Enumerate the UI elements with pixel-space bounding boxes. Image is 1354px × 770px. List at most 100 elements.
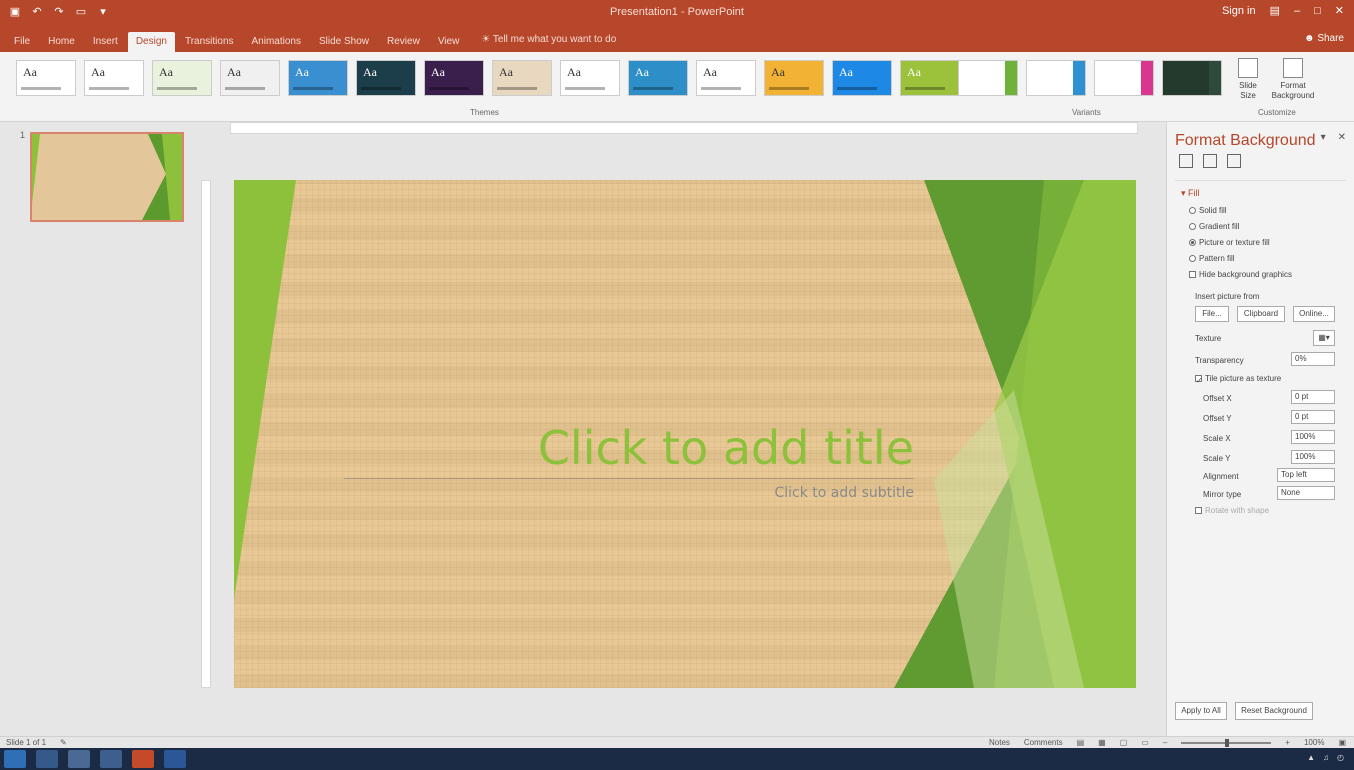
- theme-thumbnail[interactable]: Aa: [220, 60, 280, 96]
- tab-insert[interactable]: Insert: [85, 32, 126, 52]
- pattern-fill-radio[interactable]: [1189, 255, 1196, 262]
- theme-thumbnail[interactable]: Aa: [832, 60, 892, 96]
- tab-transitions[interactable]: Transitions: [177, 32, 242, 52]
- windows-taskbar: ▲ ♫ ◴: [0, 748, 1354, 770]
- close-icon[interactable]: ✕: [1335, 4, 1344, 17]
- theme-thumbnail[interactable]: Aa: [288, 60, 348, 96]
- theme-sample-text: Aa: [23, 65, 37, 79]
- tab-review[interactable]: Review: [379, 32, 428, 52]
- file-button[interactable]: File...: [1195, 306, 1229, 322]
- normal-view-icon[interactable]: ▤: [1077, 738, 1085, 747]
- zoom-slider-knob[interactable]: [1225, 738, 1230, 747]
- rotate-checkbox[interactable]: [1195, 507, 1202, 514]
- scale-x-field[interactable]: 100%: [1291, 430, 1335, 444]
- theme-thumbnail[interactable]: Aa: [628, 60, 688, 96]
- scale-y-field[interactable]: 100%: [1291, 450, 1335, 464]
- zoom-in-icon[interactable]: +: [1285, 738, 1290, 747]
- hide-graphics-checkbox[interactable]: [1189, 271, 1196, 278]
- alignment-dropdown[interactable]: Top left: [1277, 468, 1335, 482]
- offset-y-field[interactable]: 0 pt: [1291, 410, 1335, 424]
- theme-thumbnail[interactable]: Aa: [16, 60, 76, 96]
- ribbon-display-icon[interactable]: ▤: [1270, 4, 1280, 17]
- notes-button[interactable]: Notes: [989, 738, 1010, 747]
- picture-fill-option[interactable]: Picture or texture fill: [1189, 238, 1270, 247]
- tile-option[interactable]: ✓ Tile picture as texture: [1195, 374, 1281, 385]
- rotate-with-shape-option[interactable]: Rotate with shape: [1195, 506, 1269, 515]
- start-icon[interactable]: [4, 750, 26, 768]
- share-button[interactable]: ☻ Share: [1304, 33, 1344, 44]
- offset-x-label: Offset X: [1203, 394, 1232, 403]
- format-background-button[interactable]: Format Background: [1268, 58, 1318, 101]
- zoom-slider[interactable]: [1181, 738, 1272, 747]
- clock[interactable]: ◴: [1337, 753, 1344, 762]
- theme-thumbnail[interactable]: Aa: [696, 60, 756, 96]
- tile-checkbox[interactable]: ✓: [1195, 375, 1203, 385]
- solid-fill-option[interactable]: Solid fill: [1189, 206, 1227, 215]
- theme-thumbnail[interactable]: Aa: [492, 60, 552, 96]
- online-button[interactable]: Online...: [1293, 306, 1335, 322]
- theme-thumbnail[interactable]: Aa: [84, 60, 144, 96]
- slide-thumbnail[interactable]: [30, 132, 184, 222]
- tell-me-search[interactable]: ☀ Tell me what you want to do: [481, 32, 616, 52]
- theme-thumbnail[interactable]: Aa: [424, 60, 484, 96]
- file-explorer-icon[interactable]: [68, 750, 90, 768]
- pattern-fill-option[interactable]: Pattern fill: [1189, 254, 1235, 263]
- tab-home[interactable]: Home: [40, 32, 83, 52]
- theme-thumbnail[interactable]: Aa: [560, 60, 620, 96]
- pane-close-icon[interactable]: ✕: [1338, 132, 1346, 143]
- apply-to-all-button[interactable]: Apply to All: [1175, 702, 1227, 720]
- picture-icon[interactable]: [1227, 154, 1241, 168]
- minimize-icon[interactable]: –: [1294, 5, 1300, 17]
- tab-animations[interactable]: Animations: [244, 32, 309, 52]
- tab-file[interactable]: File: [6, 32, 38, 52]
- slide-canvas[interactable]: Click to add title Click to add subtitle: [234, 180, 1136, 688]
- maximize-icon[interactable]: □: [1314, 5, 1321, 17]
- tab-design[interactable]: Design: [127, 32, 175, 52]
- subtitle-placeholder[interactable]: Click to add subtitle: [344, 485, 914, 501]
- zoom-level[interactable]: 100%: [1304, 738, 1324, 747]
- fit-to-window-icon[interactable]: ▣: [1338, 738, 1346, 747]
- theme-thumbnail[interactable]: Aa: [900, 60, 960, 96]
- volume-icon[interactable]: ♫: [1323, 753, 1329, 762]
- transparency-field[interactable]: 0%: [1291, 352, 1335, 366]
- picture-fill-radio[interactable]: [1189, 239, 1196, 246]
- fill-section-header[interactable]: ▾ Fill: [1181, 188, 1200, 199]
- tab-slide-show[interactable]: Slide Show: [311, 32, 377, 52]
- slide-sorter-icon[interactable]: ▦: [1098, 738, 1106, 747]
- slide-size-button[interactable]: Slide Size: [1232, 58, 1264, 101]
- tab-view[interactable]: View: [430, 32, 468, 52]
- powerpoint-taskbar-icon[interactable]: [132, 750, 154, 768]
- comments-button[interactable]: Comments: [1024, 738, 1063, 747]
- gradient-fill-radio[interactable]: [1189, 223, 1196, 230]
- theme-thumbnail[interactable]: Aa: [356, 60, 416, 96]
- slideshow-view-icon[interactable]: ▭: [1141, 738, 1149, 747]
- reading-view-icon[interactable]: ▢: [1120, 738, 1128, 747]
- theme-thumbnail[interactable]: Aa: [764, 60, 824, 96]
- texture-dropdown[interactable]: ▦▾: [1313, 330, 1335, 346]
- variant-thumbnail[interactable]: [958, 60, 1018, 96]
- variant-thumbnail[interactable]: [1094, 60, 1154, 96]
- clipboard-button[interactable]: Clipboard: [1237, 306, 1285, 322]
- browser-icon[interactable]: [100, 750, 122, 768]
- variant-thumbnail[interactable]: [1026, 60, 1086, 96]
- theme-thumbnail[interactable]: Aa: [152, 60, 212, 96]
- network-icon[interactable]: ▲: [1307, 753, 1315, 762]
- theme-accent-bar: [21, 87, 61, 90]
- title-placeholder[interactable]: Click to add title: [344, 420, 914, 476]
- fill-icon[interactable]: [1179, 154, 1193, 168]
- sign-in-link[interactable]: Sign in: [1222, 5, 1256, 17]
- pane-options-icon[interactable]: ▾: [1321, 132, 1326, 143]
- offset-x-field[interactable]: 0 pt: [1291, 390, 1335, 404]
- effects-icon[interactable]: [1203, 154, 1217, 168]
- texture-label: Texture: [1195, 334, 1222, 343]
- gradient-fill-option[interactable]: Gradient fill: [1189, 222, 1239, 231]
- hide-graphics-option[interactable]: Hide background graphics: [1189, 270, 1292, 279]
- solid-fill-radio[interactable]: [1189, 207, 1196, 214]
- task-view-icon[interactable]: [36, 750, 58, 768]
- word-taskbar-icon[interactable]: [164, 750, 186, 768]
- reset-background-button[interactable]: Reset Background: [1235, 702, 1313, 720]
- variant-thumbnail[interactable]: [1162, 60, 1222, 96]
- zoom-out-icon[interactable]: –: [1163, 738, 1167, 747]
- spellcheck-icon[interactable]: ✎: [60, 738, 67, 747]
- mirror-type-dropdown[interactable]: None: [1277, 486, 1335, 500]
